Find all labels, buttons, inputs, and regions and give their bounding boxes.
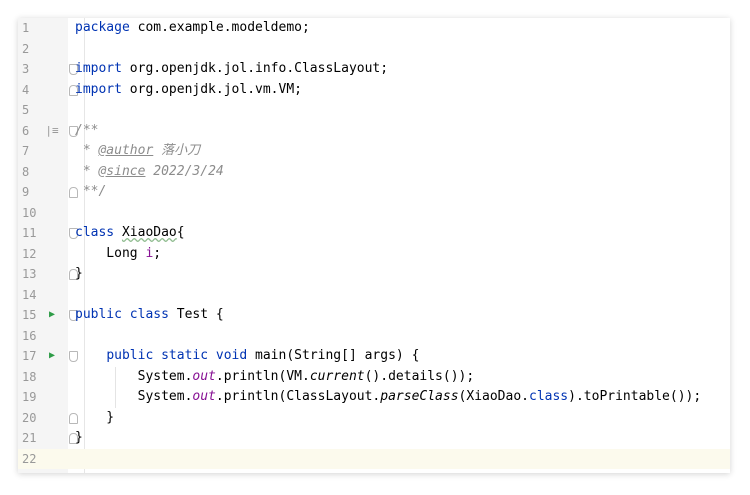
code-line[interactable]: 14 <box>18 285 730 306</box>
code-line[interactable]: 5 <box>18 100 730 121</box>
code-line[interactable]: 7 * @author 落小刀 <box>18 141 730 162</box>
line-number[interactable]: 2 <box>22 39 42 60</box>
code-text: class XiaoDao{ <box>75 225 185 240</box>
code-line[interactable]: 3 import org.openjdk.jol.info.ClassLayout… <box>18 59 730 80</box>
code-text: import org.openjdk.jol.info.ClassLayout; <box>75 61 389 76</box>
indent-guide <box>115 366 116 408</box>
line-number[interactable]: 21 <box>22 428 42 449</box>
line-number[interactable]: 7 <box>22 141 42 162</box>
line-number[interactable]: 5 <box>22 100 42 121</box>
line-number[interactable]: 1 <box>22 18 42 39</box>
code-text: System.out.println(VM.current().details(… <box>75 368 475 384</box>
line-number[interactable]: 14 <box>22 285 42 306</box>
code-text: Long i; <box>75 245 162 261</box>
code-line[interactable]: 4 import org.openjdk.jol.vm.VM; <box>18 80 730 101</box>
line-number[interactable]: 13 <box>22 264 42 285</box>
code-text: import org.openjdk.jol.vm.VM; <box>75 81 302 97</box>
doc-comment-icon[interactable]: |≡ <box>42 121 62 142</box>
run-class-icon[interactable]: ▶ <box>42 305 62 326</box>
code-line[interactable]: 13} <box>18 264 730 285</box>
line-number[interactable]: 6 <box>22 121 42 142</box>
line-number[interactable]: 15 <box>22 305 42 326</box>
line-number[interactable]: 10 <box>22 203 42 224</box>
line-number[interactable]: 3 <box>22 59 42 80</box>
code-text: public class Test { <box>75 307 224 322</box>
code-line[interactable]: 15 ▶ public class Test { <box>18 305 730 326</box>
code-editor[interactable]: 1 package com.example.modeldemo; 2 3 import … <box>18 18 730 473</box>
code-text: public static void main(String[] args) { <box>106 348 420 363</box>
code-text: **/ <box>75 184 107 199</box>
line-number[interactable]: 20 <box>22 408 42 429</box>
code-line[interactable]: 18 System.out.println(VM.current().detai… <box>18 367 730 388</box>
line-number[interactable]: 19 <box>22 387 42 408</box>
line-number[interactable]: 4 <box>22 80 42 101</box>
code-line[interactable]: 10 <box>18 203 730 224</box>
code-line[interactable]: 2 <box>18 39 730 60</box>
code-line[interactable]: 22 <box>18 448 730 470</box>
line-number[interactable]: 8 <box>22 162 42 183</box>
code-text: * @author 落小刀 <box>75 143 201 158</box>
code-line[interactable]: 1 package com.example.modeldemo; <box>18 18 730 39</box>
code-line[interactable]: 19 System.out.println(ClassLayout.parseC… <box>18 387 730 408</box>
code-text: /** <box>75 122 99 138</box>
code-text: } <box>75 430 83 445</box>
code-line[interactable]: 11 class XiaoDao{ <box>18 223 730 244</box>
code-text: } <box>75 266 83 281</box>
line-number[interactable]: 16 <box>22 326 42 347</box>
code-text: package com.example.modeldemo; <box>75 20 310 35</box>
line-number[interactable]: 11 <box>22 223 42 244</box>
code-line[interactable]: 16 <box>18 326 730 347</box>
code-line[interactable]: 8 * @since 2022/3/24 <box>18 162 730 183</box>
code-text: } <box>75 409 115 425</box>
run-method-icon[interactable]: ▶ <box>42 346 62 367</box>
code-line[interactable]: 9 **/ <box>18 182 730 203</box>
line-number[interactable]: 22 <box>22 449 42 470</box>
code-line[interactable]: 6 |≡ /** <box>18 121 730 142</box>
line-number[interactable]: 18 <box>22 367 42 388</box>
code-line[interactable]: 17 ▶ public static void main(String[] arg… <box>18 346 730 367</box>
code-line[interactable]: 12 Long i; <box>18 244 730 265</box>
line-number[interactable]: 9 <box>22 182 42 203</box>
code-line[interactable]: 20 } <box>18 408 730 429</box>
code-text: System.out.println(ClassLayout.parseClas… <box>75 389 702 404</box>
code-line[interactable]: 21} <box>18 428 730 449</box>
line-number[interactable]: 17 <box>22 346 42 367</box>
line-number[interactable]: 12 <box>22 244 42 265</box>
code-text: * @since 2022/3/24 <box>75 163 224 179</box>
